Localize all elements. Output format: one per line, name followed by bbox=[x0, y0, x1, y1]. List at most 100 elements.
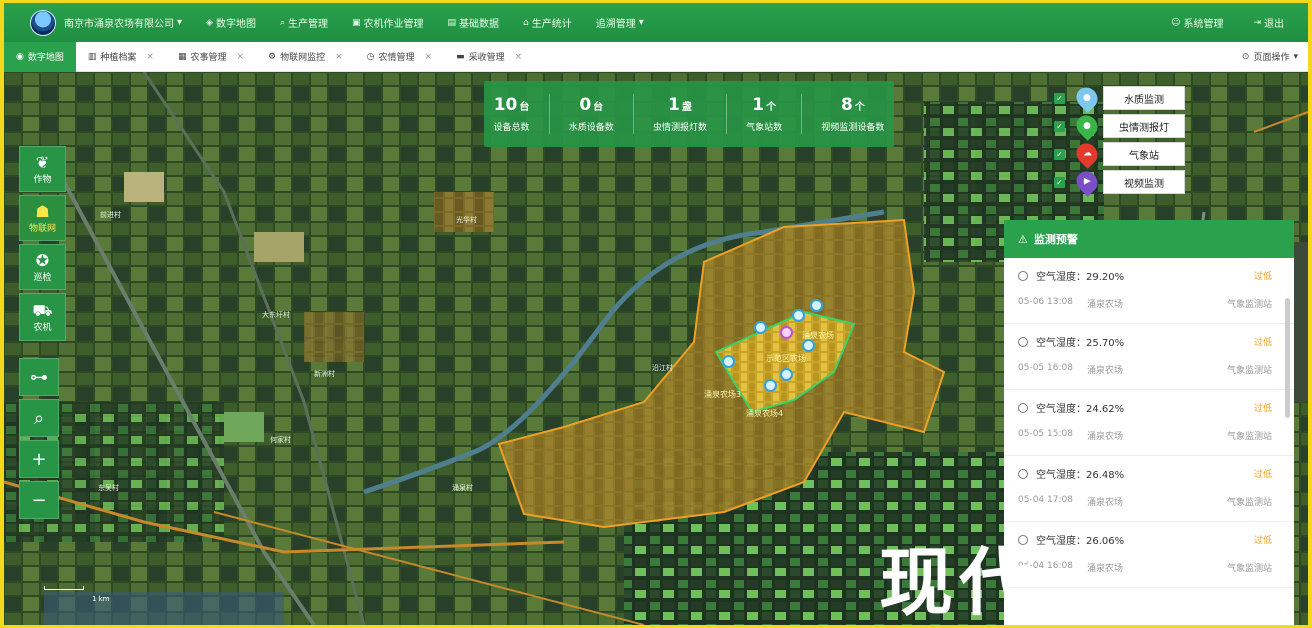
field-label: 涌泉农场4 bbox=[746, 409, 784, 418]
top-navbar: 南京市涌泉农场有限公司 ▾ ◈ 数字地图 ⌕ 生产管理 ▣ 农机作业管理 ▤ 基… bbox=[4, 3, 1308, 42]
tool-machinery-button[interactable]: ⛟ 农机 bbox=[19, 293, 66, 341]
close-icon[interactable]: × bbox=[236, 52, 244, 62]
tab-digital-map[interactable]: ◉ 数字地图 bbox=[4, 41, 76, 72]
iot-icon: ☗ bbox=[35, 201, 50, 221]
nav-trace[interactable]: 追溯管理 ▾ bbox=[596, 15, 644, 30]
system-manage-button[interactable]: ☺ 系统管理 bbox=[1171, 15, 1223, 31]
org-tree-button[interactable]: ⊶ bbox=[19, 358, 59, 396]
device-marker[interactable] bbox=[722, 355, 735, 368]
tab-iot-monitor[interactable]: ⚙ 物联网监控 × bbox=[256, 42, 355, 72]
nav-label: 基础数据 bbox=[459, 19, 500, 30]
page-ops-dropdown[interactable]: ⊙ 页面操作 ▾ bbox=[1242, 50, 1298, 64]
alert-item[interactable]: 空气湿度：26.48% 过低 05-04 17:08 涌泉农场 气象监测站 bbox=[1004, 456, 1294, 522]
layer-label[interactable]: 气象站 bbox=[1103, 142, 1185, 166]
tab-farm-work[interactable]: ▦ 农事管理 × bbox=[166, 42, 256, 72]
field-patch bbox=[224, 412, 264, 442]
scale-bar bbox=[44, 586, 84, 590]
stat-weather-stations: 1个 气象站数 bbox=[746, 95, 782, 133]
logout-button[interactable]: ⇥ 退出 bbox=[1253, 15, 1284, 31]
nav-production[interactable]: ⌕ 生产管理 bbox=[280, 15, 328, 31]
stat-unit: 个 bbox=[854, 102, 865, 113]
tool-iot-button[interactable]: ☗ 物联网 bbox=[19, 195, 66, 241]
nav-label: 生产管理 bbox=[288, 19, 328, 30]
radio-icon[interactable] bbox=[1018, 270, 1028, 281]
database-icon: ▤ bbox=[447, 17, 457, 28]
nav-machinery[interactable]: ▣ 农机作业管理 bbox=[352, 15, 424, 31]
layer-video[interactable]: ✓ ▶ 视频监测 bbox=[1054, 167, 1185, 197]
close-icon[interactable]: × bbox=[425, 52, 433, 62]
file-icon: ▥ bbox=[87, 51, 97, 62]
alert-farm: 涌泉农场 bbox=[1086, 432, 1123, 442]
alert-item[interactable]: 空气湿度：24.62% 过低 05-05 15:08 涌泉农场 气象监测站 bbox=[1004, 390, 1294, 456]
tool-label: 巡检 bbox=[33, 272, 52, 283]
alert-farm: 涌泉农场 bbox=[1086, 300, 1123, 310]
map-place-label: 光华村 bbox=[456, 216, 477, 224]
radio-icon[interactable] bbox=[1018, 402, 1028, 413]
search-map-button[interactable]: ⌕ bbox=[19, 399, 59, 437]
alert-level: 过低 bbox=[1253, 470, 1272, 480]
zoom-in-button[interactable]: + bbox=[19, 440, 59, 478]
field-patch bbox=[254, 232, 304, 262]
layer-weather[interactable]: ✓ ☁ 气象站 bbox=[1054, 139, 1185, 169]
alert-source: 气象监测站 bbox=[1226, 366, 1272, 376]
radio-icon[interactable] bbox=[1018, 336, 1028, 347]
alert-item[interactable]: 空气湿度：29.20% 过低 05-06 13:08 涌泉农场 气象监测站 bbox=[1004, 258, 1294, 324]
zoom-out-button[interactable]: − bbox=[19, 481, 59, 519]
map-place-label: 前进村 bbox=[100, 211, 121, 219]
layer-checkbox[interactable]: ✓ bbox=[1054, 176, 1065, 188]
map-place-label: 大东圩村 bbox=[262, 311, 290, 319]
nav-base-data[interactable]: ▤ 基础数据 bbox=[447, 15, 500, 31]
logout-icon: ⇥ bbox=[1253, 17, 1261, 28]
nav-label: 退出 bbox=[1264, 19, 1284, 30]
pest-lamp-marker[interactable] bbox=[780, 326, 793, 339]
close-icon[interactable]: × bbox=[515, 52, 523, 62]
map-place-label: 新洲村 bbox=[314, 370, 335, 378]
stat-unit: 台 bbox=[593, 102, 604, 113]
stat-label: 设备总数 bbox=[493, 123, 530, 133]
layer-water[interactable]: ✓ ● 水质监测 bbox=[1054, 83, 1185, 113]
tab-farm-conditions[interactable]: ◷ 农情管理 × bbox=[355, 42, 444, 72]
device-marker[interactable] bbox=[792, 309, 805, 322]
stat-total-devices: 10 台 设备总数 bbox=[494, 95, 530, 133]
close-icon[interactable]: × bbox=[335, 52, 343, 62]
alert-scrollbar[interactable] bbox=[1285, 298, 1290, 418]
tab-planting-records[interactable]: ▥ 种植档案 × bbox=[76, 42, 166, 72]
alert-time: 05-05 15:08 bbox=[1018, 429, 1073, 439]
device-stats-panel: 10 台 设备总数 0台 水质设备数 1盏 虫情测报灯数 1个 气象站数 8个 视… bbox=[484, 81, 894, 147]
alert-metric: 空气湿度：25.70% bbox=[1036, 338, 1125, 349]
alert-item[interactable]: 空气湿度：25.70% 过低 05-05 16:08 涌泉农场 气象监测站 bbox=[1004, 324, 1294, 390]
alert-time: 05-04 17:08 bbox=[1018, 495, 1073, 505]
company-selector[interactable]: 南京市涌泉农场有限公司 ▾ bbox=[64, 15, 182, 30]
layer-checkbox[interactable]: ✓ bbox=[1054, 92, 1065, 104]
layer-label[interactable]: 视频监测 bbox=[1103, 170, 1185, 194]
close-icon[interactable]: × bbox=[146, 52, 154, 62]
alert-level: 过低 bbox=[1253, 338, 1272, 348]
nav-digital-map[interactable]: ◈ 数字地图 bbox=[206, 15, 256, 31]
field-patch bbox=[304, 312, 364, 362]
stat-unit: 个 bbox=[766, 102, 777, 113]
alert-farm: 涌泉农场 bbox=[1086, 366, 1123, 376]
layer-label[interactable]: 虫情测报灯 bbox=[1103, 114, 1185, 138]
layer-checkbox[interactable]: ✓ bbox=[1054, 148, 1065, 160]
stat-value: 0 bbox=[579, 95, 592, 115]
radio-icon[interactable] bbox=[1018, 468, 1028, 479]
device-marker[interactable] bbox=[754, 321, 767, 334]
clock-icon: ◷ bbox=[366, 51, 375, 62]
layer-checkbox[interactable]: ✓ bbox=[1054, 120, 1065, 132]
tool-patrol-button[interactable]: ✪ 巡检 bbox=[19, 244, 66, 290]
watermark-char: 现 bbox=[879, 540, 953, 625]
device-marker[interactable] bbox=[810, 299, 823, 312]
field-label: 示范区农场 bbox=[766, 354, 806, 363]
gear-icon: ⚙ bbox=[268, 51, 277, 62]
tab-harvest[interactable]: ▬ 采收管理 × bbox=[444, 42, 534, 72]
caret-down-icon: ▾ bbox=[1293, 51, 1298, 62]
nav-statistics[interactable]: ⌂ 生产统计 bbox=[523, 15, 572, 31]
zoom-in-icon: + bbox=[31, 448, 47, 470]
stat-unit: 盏 bbox=[681, 102, 692, 113]
device-marker[interactable] bbox=[780, 368, 793, 381]
tool-crops-button[interactable]: ❦ 作物 bbox=[19, 146, 66, 192]
layer-label[interactable]: 水质监测 bbox=[1103, 86, 1185, 110]
layer-pest-lamp[interactable]: ✓ ● 虫情测报灯 bbox=[1054, 111, 1185, 141]
device-marker[interactable] bbox=[764, 379, 777, 392]
user-icon: ☺ bbox=[1171, 17, 1181, 28]
